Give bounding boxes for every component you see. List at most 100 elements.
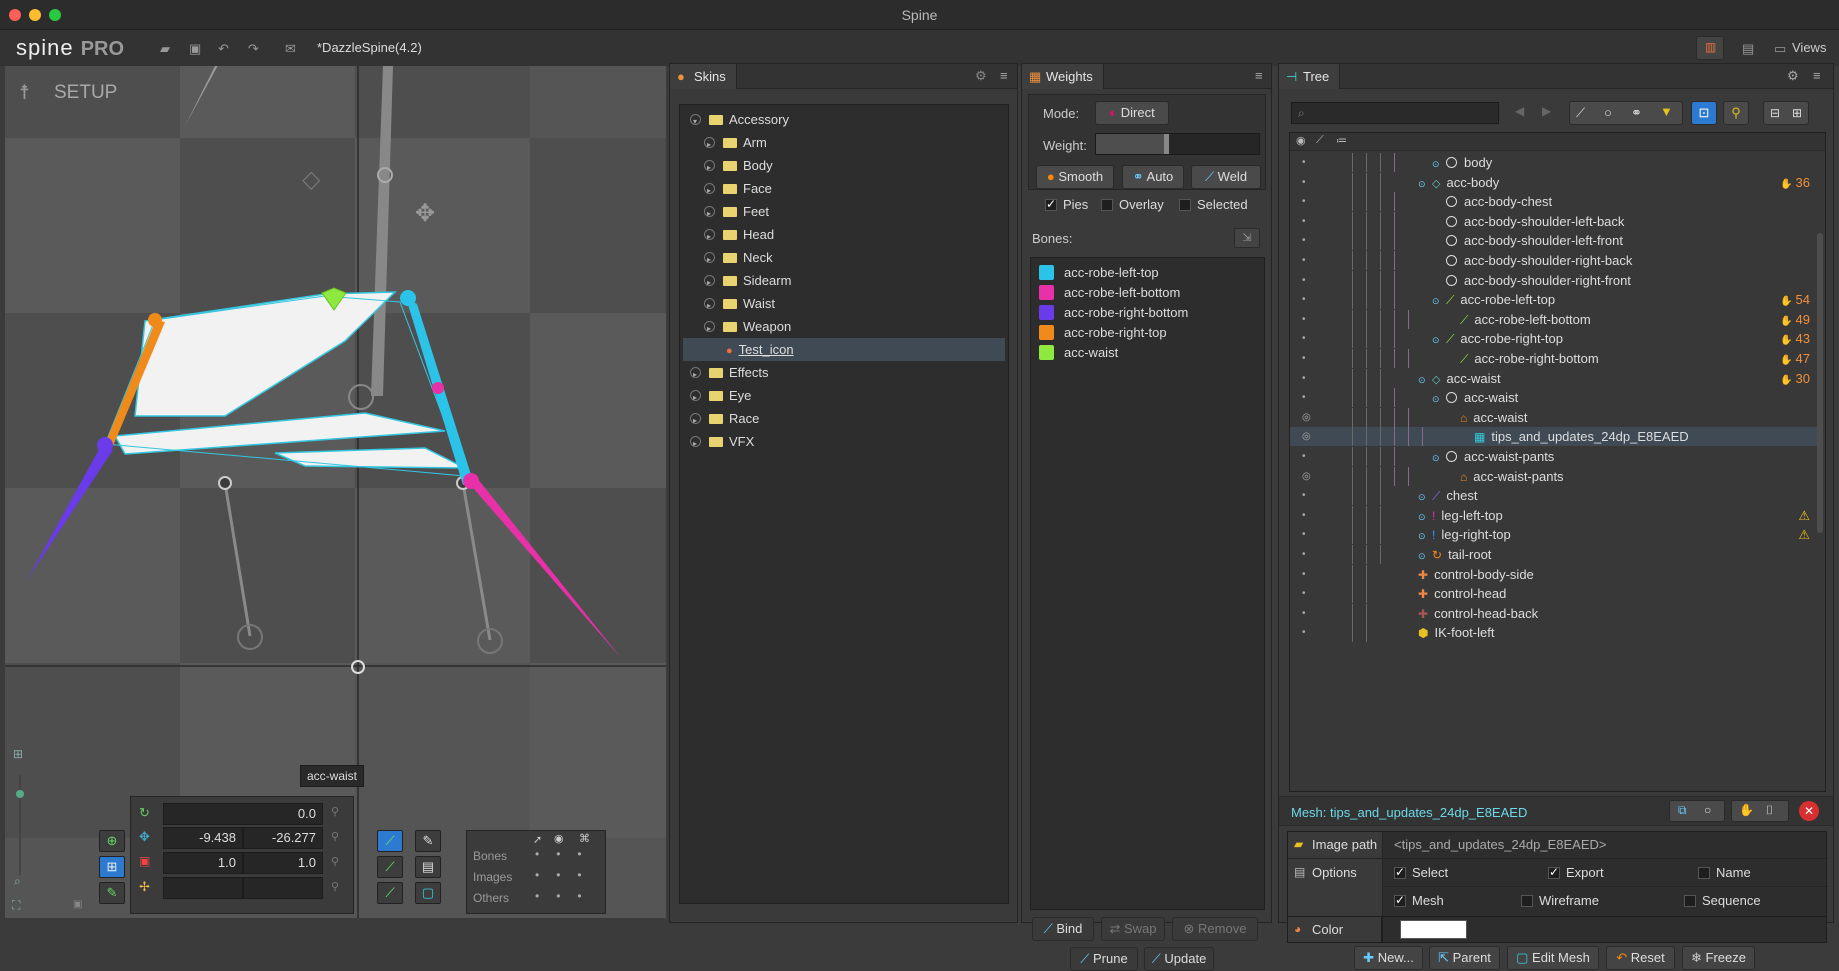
tree-node[interactable]: • ⊙ ⟋ acc-robe-right-top ✋ 43 [1290, 329, 1820, 349]
visibility-dot-icon[interactable]: • [1302, 173, 1306, 192]
tree-scrollbar[interactable] [1817, 233, 1823, 533]
copy-icon[interactable]: ⧉ [1678, 803, 1687, 818]
reset-button[interactable]: ↶ Reset [1606, 946, 1675, 970]
viewport-canvas[interactable]: ☨ SETUP ◇ ✥ acc-waist ⊞ ⌕ ⛶ ▣ ⊕ ⊞ ✎ ↻ 0.… [5, 66, 666, 918]
tree-node[interactable]: ◎ ⌂ acc-waist-pants [1290, 466, 1820, 486]
shear-y-field[interactable] [243, 877, 323, 899]
tree-expand-icon[interactable]: ⊙ [1418, 371, 1432, 390]
visibility-dot-icon[interactable]: • [1302, 212, 1306, 231]
tree-node[interactable]: • acc-body-shoulder-right-front [1290, 270, 1820, 290]
update-button[interactable]: ⟋ Update [1144, 947, 1214, 971]
visibility-dot-icon[interactable]: • [1302, 153, 1306, 172]
layers-icon[interactable]: ▤ [1742, 41, 1754, 57]
expand-icon[interactable]: ▸ [690, 436, 701, 448]
delete-button[interactable]: ✕ [1799, 801, 1819, 821]
next-icon[interactable]: ▶ [1542, 104, 1551, 118]
tree-expand-icon[interactable]: ⊙ [1432, 292, 1446, 311]
visibility-dot-icon[interactable]: • [1302, 192, 1306, 211]
visibility-dot-icon[interactable]: ◎ [1302, 427, 1311, 446]
bone-select-button[interactable]: ⟋ [377, 830, 403, 852]
tree-node[interactable]: • ✚ control-head-back [1290, 603, 1820, 623]
visibility-column-icon[interactable]: ◉ [1296, 134, 1306, 147]
visibility-dot-icon[interactable]: • [1302, 290, 1306, 309]
visibility-dot-icon[interactable]: • [1302, 329, 1306, 348]
expand-icon[interactable]: ▸ [704, 275, 715, 287]
skin-item[interactable]: ● Test_icon [683, 338, 1005, 361]
attachments-filter-icon[interactable]: ⚭ [1631, 105, 1642, 121]
tree-expand-icon[interactable]: ⊙ [1418, 527, 1432, 546]
expand-icon[interactable] [707, 344, 718, 355]
scale-x-field[interactable]: 1.0 [163, 852, 243, 874]
tree-node[interactable]: • ⊙ ⟋ chest [1290, 486, 1820, 506]
paste-icon[interactable]: ✋ [1739, 803, 1754, 817]
prune-button[interactable]: ⟋ Prune [1070, 947, 1138, 971]
expand-icon[interactable]: ▸ [704, 298, 715, 310]
translate-lock-icon[interactable]: ⚲ [331, 830, 339, 843]
tree-node[interactable]: • ⊙ ◇ acc-body ✋ 36 [1290, 172, 1820, 192]
visibility-dot-icon[interactable]: • [1302, 506, 1306, 525]
color-swatch[interactable] [1400, 920, 1467, 939]
visibility-dot-icon[interactable]: • [1302, 231, 1306, 250]
skin-item[interactable]: ▸ Neck [680, 246, 1008, 269]
skin-item[interactable]: ▸ Face [680, 177, 1008, 200]
mode-label[interactable]: SETUP [54, 82, 117, 104]
rotate-icon[interactable]: ↻ [139, 805, 150, 821]
weight-bone-item[interactable]: acc-waist [1031, 343, 1118, 363]
zoom-icon[interactable]: ⌕ [14, 874, 21, 889]
auto-button[interactable]: ⚭ Auto [1122, 165, 1184, 189]
tree-node[interactable]: • ⊙ acc-waist [1290, 388, 1820, 408]
visibility-dot-icon[interactable]: • [1302, 604, 1306, 623]
lock-icon[interactable]: ▣ [73, 899, 82, 910]
tree-node[interactable]: • ⊙ acc-waist-pants [1290, 447, 1820, 466]
visibility-dot-icon[interactable]: • [1302, 349, 1306, 368]
bone-weight-button[interactable]: ⟋ [377, 882, 403, 904]
visibility-dot-icon[interactable]: • [1302, 447, 1306, 466]
tree-expand-icon[interactable]: ⊙ [1418, 508, 1432, 527]
pose-tool-button[interactable]: ⊕ [99, 830, 125, 852]
collapse-icon[interactable]: ⊟ [1770, 106, 1780, 120]
tree-node[interactable]: • ⊙! leg-right-top ⚠ [1290, 525, 1820, 546]
visibility-dot-icon[interactable]: • [1302, 369, 1306, 388]
visibility-dot-icon[interactable]: • [1302, 525, 1306, 544]
mode-direct-button[interactable]: ◐ Direct [1095, 101, 1169, 125]
find-button[interactable]: ⚲ [1723, 101, 1749, 125]
skin-item[interactable]: ▸ Eye [680, 384, 1008, 407]
expand-icon[interactable]: ▸ [704, 206, 715, 218]
skin-item[interactable]: ▸ Race [680, 407, 1008, 430]
parent-button[interactable]: ⇱ Parent [1429, 946, 1500, 970]
save-icon[interactable]: ▣ [189, 41, 201, 57]
tree-node[interactable]: ◎ ▦ tips_and_updates_24dp_E8EAED [1290, 427, 1820, 447]
tree-search-input[interactable]: ⌕ [1291, 102, 1499, 124]
visibility-dot-icon[interactable]: • [1302, 388, 1306, 407]
weight-slider[interactable] [1095, 133, 1260, 155]
expand-icon[interactable]: ▸ [704, 160, 715, 172]
skin-item[interactable]: ▸ Effects [680, 361, 1008, 384]
mesh-button[interactable]: ▢ [415, 882, 441, 904]
overlay-checkbox[interactable]: Overlay [1101, 197, 1164, 212]
tree-node[interactable]: • acc-body-shoulder-right-back [1290, 251, 1820, 270]
weights-tool-button[interactable]: ⊞ [99, 856, 125, 878]
skin-item[interactable]: ▸ Body [680, 154, 1008, 177]
tree-node[interactable]: • acc-body-shoulder-left-back [1290, 211, 1820, 231]
freeze-button[interactable]: ❄ Freeze [1682, 946, 1755, 970]
skin-item[interactable]: ▸ Sidearm [680, 269, 1008, 292]
visibility-dot-icon[interactable]: • [1302, 251, 1306, 270]
expand-icon[interactable]: ▸ [704, 183, 715, 195]
shear-x-field[interactable] [163, 877, 243, 899]
tree-node[interactable]: • ✚ control-body-side [1290, 564, 1820, 584]
remove-button[interactable]: ⊗ Remove [1172, 917, 1258, 941]
bone-edit-button[interactable]: ⟋ [377, 856, 403, 878]
zoom-fit-icon[interactable]: ⊞ [13, 747, 23, 761]
bind-button[interactable]: ⟋ Bind [1032, 917, 1094, 941]
expand-icon[interactable]: ▸ [690, 413, 701, 425]
visibility-dot-icon[interactable]: ◎ [1302, 408, 1311, 427]
tree-node[interactable]: ◎ ⌂ acc-waist [1290, 407, 1820, 427]
tree-node[interactable]: • ⊙ ⟋ acc-robe-left-top ✋ 54 [1290, 290, 1820, 311]
zoom-slider-handle[interactable] [16, 790, 24, 798]
tree-node[interactable]: • ⟋ acc-robe-right-bottom ✋ 47 [1290, 349, 1820, 368]
image-button[interactable]: ▤ [415, 856, 441, 878]
tab-skins[interactable]: ● Skins [670, 64, 737, 89]
views-menu[interactable]: Views [1792, 40, 1826, 55]
expand-icon[interactable]: ▾ [690, 114, 701, 126]
export-checkbox[interactable]: Export [1548, 865, 1604, 880]
